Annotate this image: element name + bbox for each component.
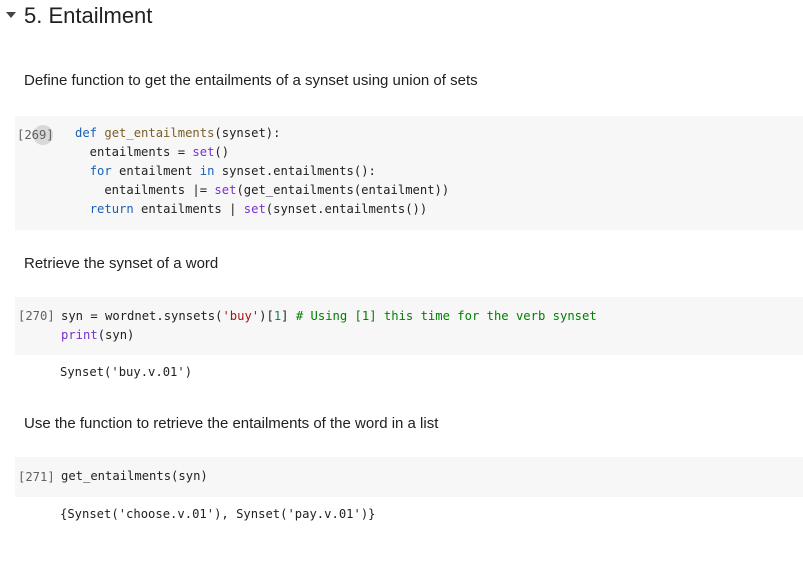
execution-count: [270] (18, 309, 55, 323)
execution-count: [269] (17, 128, 54, 142)
cell-output: {Synset('choose.v.01'), Synset('pay.v.01… (60, 507, 376, 521)
code-line: for entailment in synset.entailments(): (89, 164, 376, 178)
section-header: 5. Entailment (0, 0, 803, 34)
code-cell-269[interactable]: [269] def get_entailments(synset): entai… (15, 116, 803, 230)
markdown-text-1: Define function to get the entailments o… (24, 72, 478, 89)
collapse-caret-icon[interactable] (6, 12, 16, 18)
execution-count: [271] (18, 470, 55, 484)
code-line: get_entailments(syn) (61, 469, 208, 483)
cell-output: Synset('buy.v.01') (60, 365, 193, 379)
markdown-text-3: Use the function to retrieve the entailm… (24, 415, 439, 432)
code-line: def get_entailments(synset): (75, 126, 281, 140)
code-line: syn = wordnet.synsets('buy')[1] # Using … (61, 309, 597, 323)
markdown-text-2: Retrieve the synset of a word (24, 255, 219, 272)
code-line: return entailments | set(synset.entailme… (89, 202, 428, 216)
code-line: print(syn) (61, 328, 135, 342)
code-cell-271[interactable]: [271] get_entailments(syn) (15, 457, 803, 497)
code-line: entailments = set() (75, 145, 230, 159)
code-cell-270[interactable]: [270] syn = wordnet.synsets('buy')[1] # … (15, 297, 803, 355)
code-line: entailments |= set(get_entailments(entai… (75, 183, 450, 197)
section-title: 5. Entailment (24, 3, 153, 28)
